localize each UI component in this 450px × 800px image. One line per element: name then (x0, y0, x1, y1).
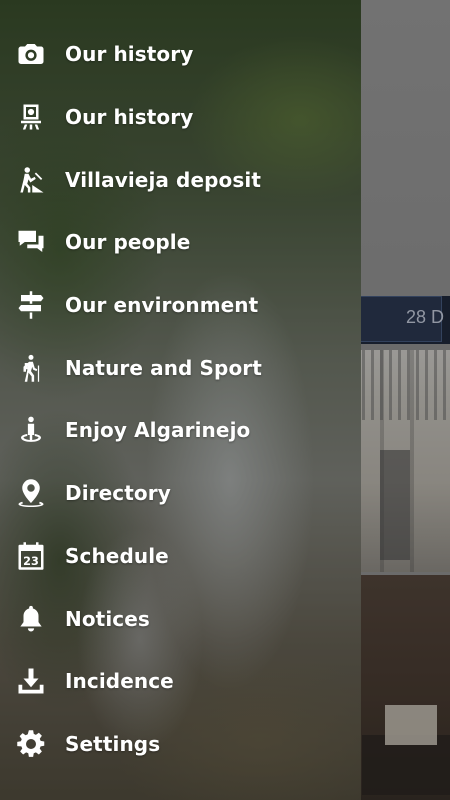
menu-item-label: Enjoy Algarinejo (65, 418, 251, 443)
chat-bubbles-icon (15, 226, 47, 258)
calendar-icon: 23 (15, 540, 47, 572)
menu-item-label: Our people (65, 230, 191, 255)
menu-item-schedule[interactable]: 23 Schedule (0, 525, 361, 588)
menu-item-villavieja-deposit[interactable]: Villavieja deposit (0, 148, 361, 211)
menu-item-label: Nature and Sport (65, 355, 262, 380)
projector-icon (15, 101, 47, 133)
download-tray-icon (15, 665, 47, 697)
menu-item-incidence[interactable]: Incidence (0, 650, 361, 713)
menu-item-nature-and-sport[interactable]: Nature and Sport (0, 336, 361, 399)
menu-item-label: Our history (65, 42, 194, 67)
menu-item-our-history-2[interactable]: Our history (0, 86, 361, 149)
menu-item-directory[interactable]: Directory (0, 462, 361, 525)
drawer-menu: Our history Our history Villavieja depos… (0, 23, 361, 775)
menu-item-label: Villavieja deposit (65, 167, 262, 192)
menu-item-label: Our environment (65, 293, 259, 318)
digging-worker-icon (15, 164, 47, 196)
camera-icon (15, 38, 47, 70)
calendar-badge: 23 (23, 555, 39, 568)
menu-item-our-people[interactable]: Our people (0, 211, 361, 274)
menu-item-label: Directory (65, 481, 171, 506)
signpost-icon (15, 289, 47, 321)
menu-item-our-environment[interactable]: Our environment (0, 274, 361, 337)
gear-icon (15, 728, 47, 760)
hiker-icon (15, 352, 47, 384)
menu-item-notices[interactable]: Notices (0, 587, 361, 650)
menu-item-settings[interactable]: Settings (0, 713, 361, 776)
map-pin-icon (15, 477, 47, 509)
navigation-drawer: Our history Our history Villavieja depos… (0, 0, 361, 800)
menu-item-label: Notices (65, 606, 150, 631)
menu-item-label: Incidence (65, 669, 174, 694)
person-info-icon (15, 414, 47, 446)
bell-icon (15, 603, 47, 635)
menu-item-enjoy-algarinejo[interactable]: Enjoy Algarinejo (0, 399, 361, 462)
menu-item-our-history[interactable]: Our history (0, 23, 361, 86)
menu-item-label: Our history (65, 105, 194, 130)
menu-item-label: Settings (65, 731, 161, 756)
menu-item-label: Schedule (65, 543, 169, 568)
